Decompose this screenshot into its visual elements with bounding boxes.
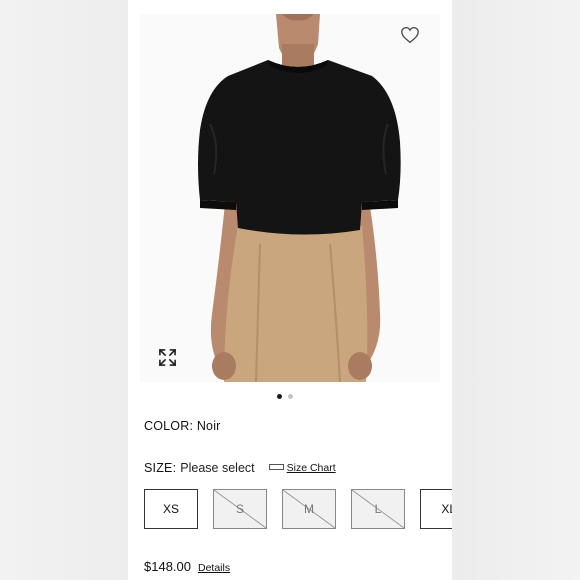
- carousel-dot-1[interactable]: [277, 394, 282, 399]
- price-row: $148.00 Details: [144, 559, 230, 574]
- size-option-xl[interactable]: XL: [420, 489, 452, 529]
- size-option-label: S: [235, 502, 244, 516]
- right-backdrop: [452, 0, 580, 580]
- heart-icon[interactable]: [400, 26, 420, 44]
- size-option-label: XS: [162, 502, 179, 516]
- size-option-label: XL: [441, 502, 452, 516]
- product-photo-illustration: [140, 14, 440, 382]
- size-option-l[interactable]: L: [351, 489, 405, 529]
- price: $148.00: [144, 559, 191, 574]
- color-label: COLOR:: [144, 419, 194, 433]
- size-option-xs[interactable]: XS: [144, 489, 198, 529]
- color-row: COLOR: Noir: [144, 419, 221, 433]
- size-chart-link[interactable]: Size Chart: [287, 462, 336, 474]
- size-label: SIZE:: [144, 461, 177, 475]
- carousel-dots: [277, 394, 293, 399]
- details-link[interactable]: Details: [198, 562, 230, 574]
- carousel-dot-2[interactable]: [288, 394, 293, 399]
- product-image[interactable]: [140, 14, 440, 382]
- size-prompt: Please select: [180, 461, 255, 475]
- ruler-icon: [268, 464, 284, 470]
- size-row: SIZE: Please select Size Chart: [144, 461, 336, 475]
- product-page: COLOR: Noir SIZE: Please select Size Cha…: [128, 0, 452, 580]
- size-option-s[interactable]: S: [213, 489, 267, 529]
- size-options: XS S M L XL: [144, 489, 452, 529]
- size-option-label: L: [374, 502, 382, 516]
- size-option-m[interactable]: M: [282, 489, 336, 529]
- expand-icon[interactable]: [158, 348, 177, 367]
- size-option-label: M: [304, 502, 314, 516]
- color-value: Noir: [196, 419, 221, 433]
- left-backdrop: [0, 0, 128, 580]
